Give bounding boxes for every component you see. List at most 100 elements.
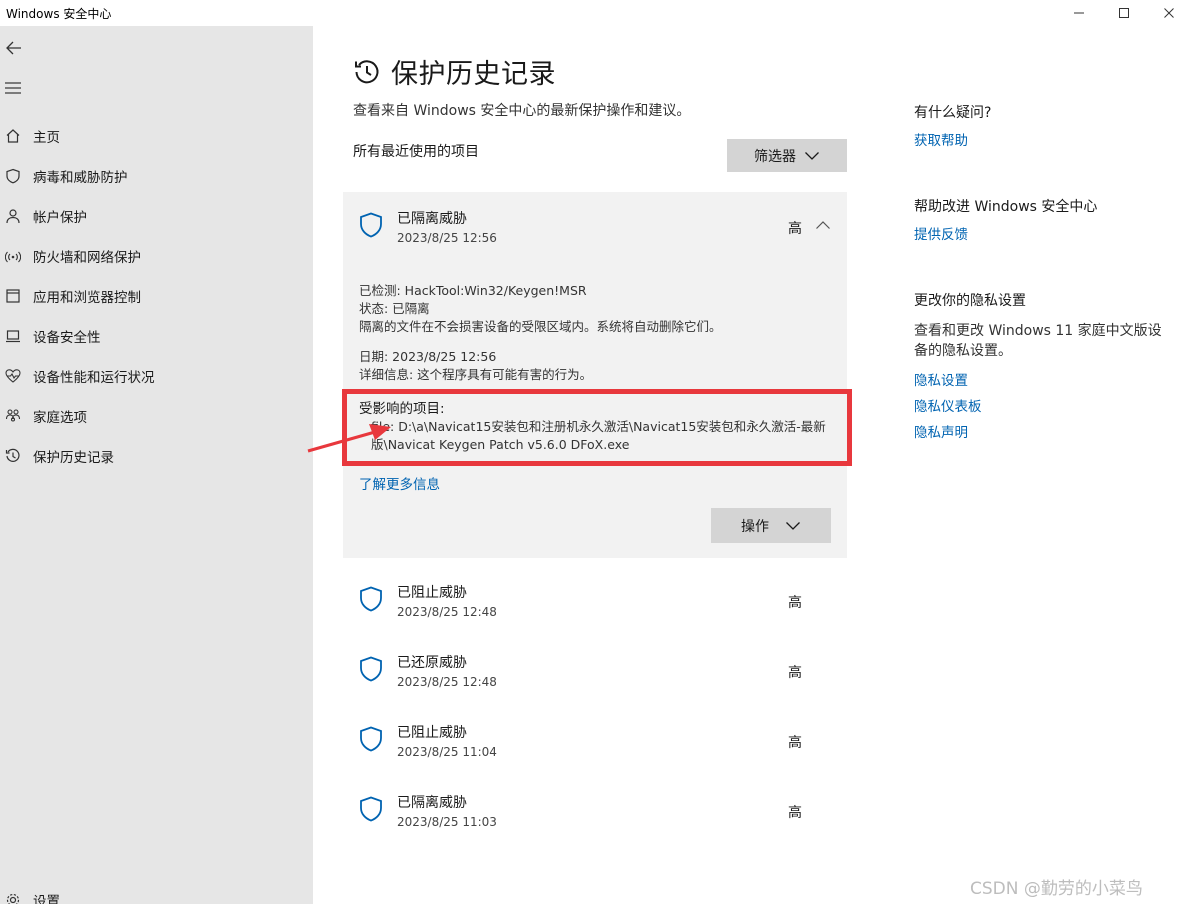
main-content: 保护历史记录 查看来自 Windows 安全中心的最新保护操作和建议。 所有最近… <box>313 26 873 904</box>
person-icon <box>5 207 31 225</box>
quarantine-note: 隔离的文件在不会损害设备的受限区域内。系统将自动删除它们。 <box>359 319 722 334</box>
sidebar: 主页 病毒和威胁防护 帐户保护 防火墙和网络保护 应用和浏览器控制 设备安全性 … <box>0 26 313 904</box>
threat-row[interactable]: 已阻止威胁 2023/8/25 12:48 高 <box>343 566 847 626</box>
filter-button[interactable]: 筛选器 <box>727 139 847 172</box>
menu-button[interactable] <box>4 80 24 96</box>
maximize-button[interactable] <box>1101 0 1147 26</box>
threat-row[interactable]: 已隔离威胁 2023/8/25 11:03 高 <box>343 776 847 836</box>
sidebar-item-home[interactable]: 主页 <box>0 116 313 156</box>
threat-title: 已阻止威胁 <box>397 725 467 741</box>
threat-title: 已阻止威胁 <box>397 585 467 601</box>
sidebar-item-label: 设备安全性 <box>33 330 101 346</box>
question-heading: 有什么疑问? <box>914 105 992 121</box>
page-title: 保护历史记录 <box>391 59 556 90</box>
shield-icon <box>360 726 382 752</box>
sidebar-item-label: 家庭选项 <box>33 410 87 426</box>
get-help-link[interactable]: 获取帮助 <box>914 129 968 149</box>
threat-row[interactable]: 已阻止威胁 2023/8/25 11:04 高 <box>343 706 847 766</box>
severity-label: 高 <box>788 595 802 611</box>
close-icon <box>1164 8 1174 18</box>
heart-pulse-icon <box>5 367 31 385</box>
improve-heading: 帮助改进 Windows 安全中心 <box>914 199 1098 215</box>
privacy-heading: 更改你的隐私设置 <box>914 293 1026 309</box>
detected-line: 已检测: HackTool:Win32/Keygen!MSR <box>359 283 587 298</box>
actions-button-label: 操作 <box>741 518 769 535</box>
back-button[interactable] <box>4 38 24 58</box>
severity-label: 高 <box>788 665 802 681</box>
back-arrow-icon <box>6 41 21 55</box>
title-bar: Windows 安全中心 <box>0 0 1178 26</box>
threat-date: 2023/8/25 12:48 <box>397 605 497 619</box>
threat-header[interactable]: 已隔离威胁 2023/8/25 12:56 高 <box>343 192 847 252</box>
chevron-up-icon[interactable] <box>815 220 831 230</box>
sidebar-item-device-security[interactable]: 设备安全性 <box>0 316 313 356</box>
threat-date: 2023/8/25 11:03 <box>397 815 497 829</box>
page-header: 保护历史记录 <box>353 52 556 91</box>
window-title: Windows 安全中心 <box>6 7 112 21</box>
date-line: 日期: 2023/8/25 12:56 <box>359 349 497 364</box>
close-button[interactable] <box>1146 0 1178 26</box>
sidebar-item-firewall[interactable]: 防火墙和网络保护 <box>0 236 313 276</box>
sidebar-item-settings[interactable]: 设置 <box>0 880 313 904</box>
hamburger-icon <box>5 82 21 94</box>
sidebar-item-label: 应用和浏览器控制 <box>33 290 141 306</box>
details-line: 详细信息: 这个程序具有可能有害的行为。 <box>359 367 593 382</box>
minimize-button[interactable] <box>1056 0 1102 26</box>
shield-icon <box>5 167 31 185</box>
page-subtitle: 查看来自 Windows 安全中心的最新保护操作和建议。 <box>353 103 691 119</box>
sidebar-item-account-protection[interactable]: 帐户保护 <box>0 196 313 236</box>
actions-button[interactable]: 操作 <box>711 508 831 543</box>
sidebar-item-label: 主页 <box>33 130 60 146</box>
threat-date: 2023/8/25 12:48 <box>397 675 497 689</box>
minimize-icon <box>1074 12 1084 14</box>
family-icon <box>5 407 31 425</box>
sidebar-item-label: 病毒和威胁防护 <box>33 170 128 186</box>
learn-more-link[interactable]: 了解更多信息 <box>359 473 440 493</box>
chevron-down-icon <box>786 521 800 530</box>
shield-icon <box>360 656 382 682</box>
threat-date: 2023/8/25 11:04 <box>397 745 497 759</box>
sidebar-item-protection-history[interactable]: 保护历史记录 <box>0 436 313 476</box>
app-window-icon <box>5 287 31 305</box>
feedback-link[interactable]: 提供反馈 <box>914 223 968 243</box>
sidebar-item-label: 帐户保护 <box>33 210 87 226</box>
privacy-settings-link[interactable]: 隐私设置 <box>914 369 968 389</box>
shield-icon <box>360 212 382 238</box>
shield-icon <box>360 586 382 612</box>
watermark: CSDN @勤劳的小菜鸟 <box>970 879 1143 899</box>
sidebar-item-device-health[interactable]: 设备性能和运行状况 <box>0 356 313 396</box>
home-icon <box>5 127 31 145</box>
status-line: 状态: 已隔离 <box>359 301 430 316</box>
history-icon <box>5 447 31 465</box>
severity-label: 高 <box>788 221 802 237</box>
sidebar-item-virus-protection[interactable]: 病毒和威胁防护 <box>0 156 313 196</box>
threat-title: 已隔离威胁 <box>397 211 467 227</box>
wifi-icon <box>5 247 31 265</box>
privacy-statement-link[interactable]: 隐私声明 <box>914 421 968 441</box>
filter-button-label: 筛选器 <box>754 148 796 165</box>
affected-items-label: 受影响的项目: <box>359 401 445 417</box>
expanded-threat-card: 已隔离威胁 2023/8/25 12:56 高 已检测: HackTool:Wi… <box>343 192 847 558</box>
threat-row[interactable]: 已还原威胁 2023/8/25 12:48 高 <box>343 636 847 696</box>
history-icon <box>355 59 379 83</box>
chevron-down-icon <box>805 151 819 160</box>
threat-date: 2023/8/25 12:56 <box>397 231 497 245</box>
sidebar-item-family-options[interactable]: 家庭选项 <box>0 396 313 436</box>
privacy-dashboard-link[interactable]: 隐私仪表板 <box>914 395 982 415</box>
threat-title: 已还原威胁 <box>397 655 467 671</box>
recent-items-label: 所有最近使用的项目 <box>353 144 479 160</box>
gear-icon <box>5 891 31 904</box>
sidebar-item-label: 设备性能和运行状况 <box>33 370 155 386</box>
threat-title: 已隔离威胁 <box>397 795 467 811</box>
severity-label: 高 <box>788 805 802 821</box>
sidebar-item-label: 设置 <box>33 894 60 904</box>
maximize-icon <box>1119 8 1129 18</box>
laptop-icon <box>5 327 31 345</box>
sidebar-item-label: 防火墙和网络保护 <box>33 250 141 266</box>
sidebar-item-label: 保护历史记录 <box>33 450 114 466</box>
severity-label: 高 <box>788 735 802 751</box>
affected-file-path: file: D:\a\Navicat15安装包和注册机永久激活\Navicat1… <box>371 419 826 452</box>
privacy-description: 查看和更改 Windows 11 家庭中文版设备的隐私设置。 <box>914 323 1162 359</box>
shield-icon <box>360 796 382 822</box>
sidebar-item-app-browser-control[interactable]: 应用和浏览器控制 <box>0 276 313 316</box>
